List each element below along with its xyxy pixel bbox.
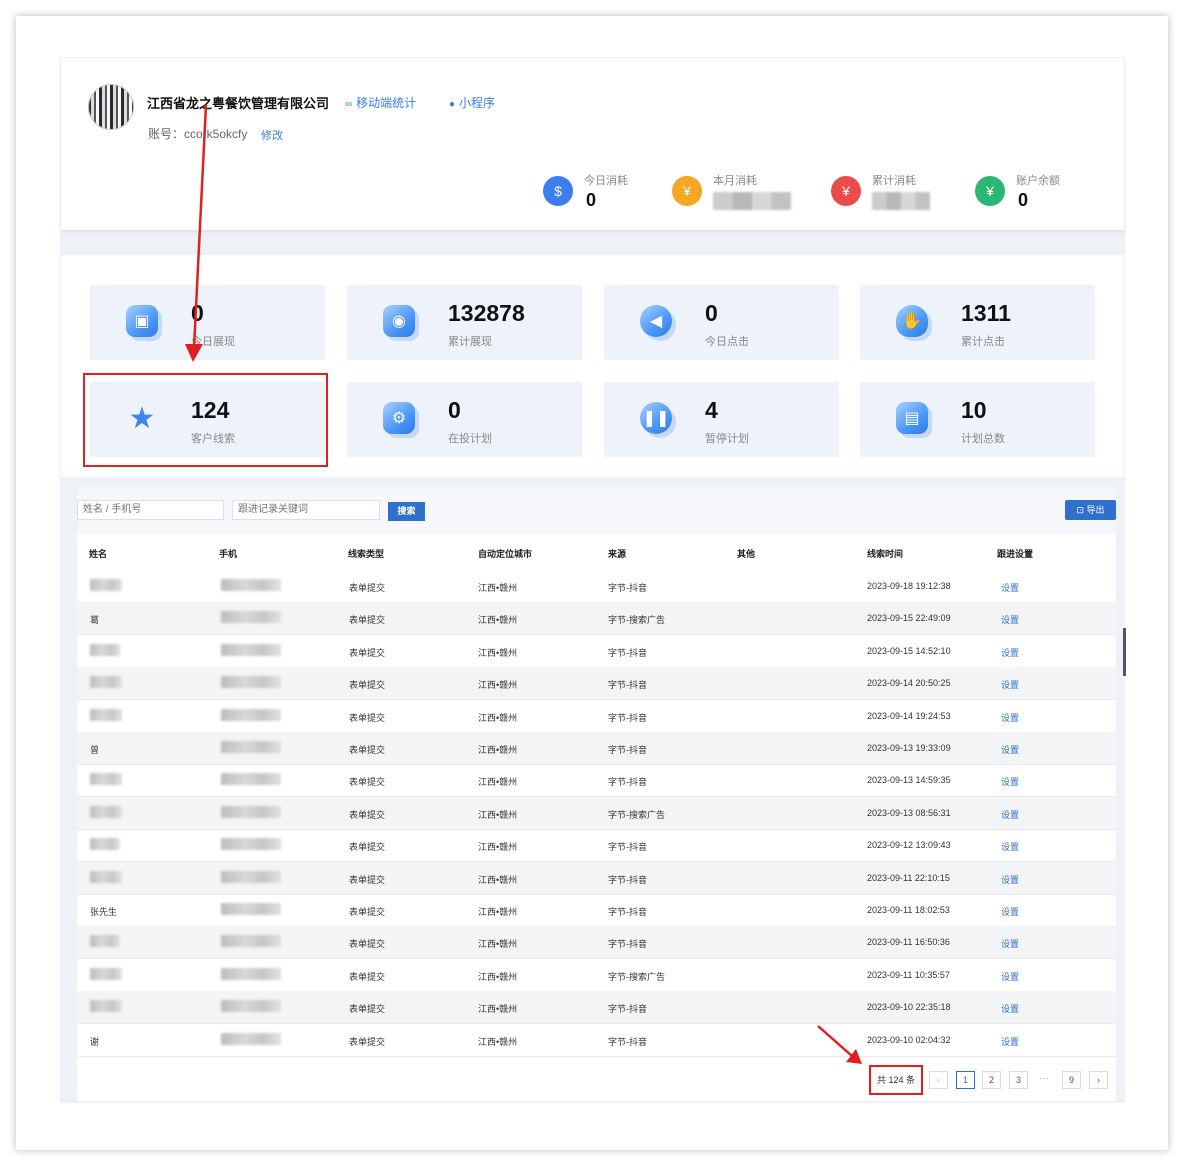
arrow-line-top [192,104,208,349]
arrow-line-bottom [817,1025,853,1057]
arrow-head-top [185,344,203,362]
annotation-arrows [185,104,862,1064]
